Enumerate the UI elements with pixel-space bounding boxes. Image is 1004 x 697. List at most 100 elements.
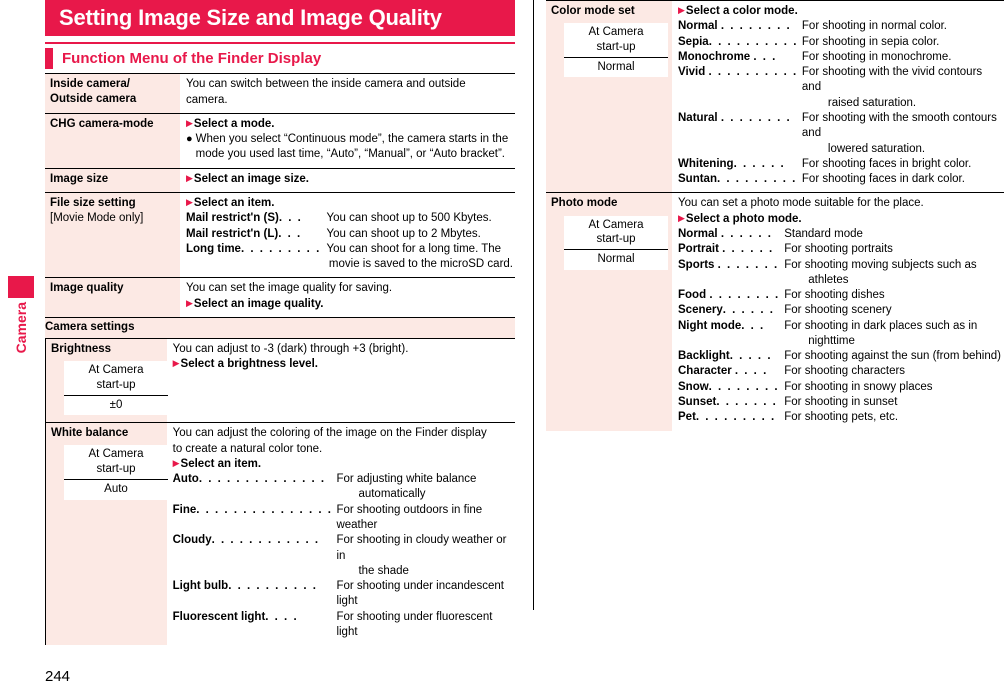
row-label-cell: Color mode set At Camera start-up Normal bbox=[546, 0, 672, 193]
value-box-header-line1: At Camera bbox=[588, 26, 644, 39]
row-desc-cell: ▶Select an image size. bbox=[180, 167, 515, 193]
value-box-header-line1: At Camera bbox=[588, 218, 644, 231]
definition-term: Mail restrict'n (S). . . bbox=[186, 211, 327, 226]
desc-text: For shooting faces in dark color. bbox=[801, 173, 965, 186]
row-desc-cell: You can switch between the inside camera… bbox=[180, 73, 515, 114]
term-text: Auto bbox=[172, 473, 199, 486]
value-box-header-line2: start-up bbox=[96, 462, 136, 475]
row-desc-cell: You can set a photo mode suitable for th… bbox=[672, 192, 1004, 431]
value-box-header: At Camera start-up bbox=[564, 23, 668, 58]
group-body-cell: Brightness At Camera start-up ±0 You can… bbox=[45, 337, 515, 646]
step-line: ▶Select an image size. bbox=[186, 172, 513, 187]
definition-desc: For shooting with the smooth contours an… bbox=[802, 111, 1002, 157]
row-label-cell: White balance At Camera start-up Auto bbox=[45, 422, 168, 646]
row-label-cell: Brightness At Camera start-up ±0 bbox=[45, 337, 168, 423]
bullet-text: When you select “Continuous mode”, the c… bbox=[195, 133, 509, 161]
leader-dots: . . . . . . . . . . . . . . bbox=[198, 473, 326, 486]
leader-dots: . . . . . . . bbox=[716, 396, 778, 409]
intro-text: You can set the image quality for saving… bbox=[186, 282, 393, 295]
definition-row: Pet. . . . . . . . . For shooting pets, … bbox=[678, 410, 1002, 425]
definition-term: Character . . . . bbox=[678, 364, 784, 379]
definition-row: Monochrome . . . For shooting in monochr… bbox=[678, 50, 1002, 65]
leader-dots: . . . . . . . . bbox=[708, 380, 780, 393]
document-page: Camera 244 Setting Image Size and Image … bbox=[0, 0, 1004, 697]
left-column: Setting Image Size and Image Quality Fun… bbox=[45, 0, 515, 646]
triangle-right-icon: ▶ bbox=[172, 457, 180, 468]
definition-list: Mail restrict'n (S). . . You can shoot u… bbox=[186, 211, 513, 272]
section-title: Function Menu of the Finder Display bbox=[62, 50, 322, 68]
table-row: File size setting [Movie Mode only] ▶Sel… bbox=[45, 191, 515, 278]
definition-term: Pet. . . . . . . . . bbox=[678, 410, 784, 425]
page-number: 244 bbox=[45, 668, 71, 685]
term-text: Fluorescent light bbox=[172, 610, 266, 623]
section-accent-bar bbox=[45, 48, 53, 70]
table-row: Image size ▶Select an image size. bbox=[45, 167, 515, 193]
definition-term: Monochrome . . . bbox=[678, 50, 802, 65]
table-row: White balance At Camera start-up Auto Yo… bbox=[45, 422, 515, 646]
definition-desc: For shooting outdoors in fine weather bbox=[336, 503, 513, 534]
definition-desc: For shooting characters bbox=[784, 364, 1002, 379]
desc-text: For shooting in snowy places bbox=[784, 380, 933, 393]
term-text: Natural bbox=[678, 111, 718, 124]
side-tab-camera: Camera bbox=[8, 276, 34, 353]
term-text: Normal bbox=[678, 227, 718, 240]
definition-list: Normal . . . . . . Standard mode Portrai… bbox=[678, 227, 1002, 426]
color-photo-mode-table: Color mode set At Camera start-up Normal… bbox=[546, 0, 1004, 431]
desc-text: For shooting in normal color. bbox=[801, 20, 948, 33]
term-text: Snow bbox=[678, 380, 709, 393]
desc-text: For shooting under fluorescent light bbox=[336, 610, 493, 638]
definition-row: Sepia. . . . . . . . . . For shooting in… bbox=[678, 35, 1002, 50]
leader-dots: . . . . . . . . . . . . bbox=[211, 534, 320, 547]
definition-desc: For shooting scenery bbox=[784, 303, 1002, 318]
triangle-right-icon: ▶ bbox=[186, 172, 193, 183]
triangle-right-icon: ▶ bbox=[186, 297, 193, 308]
term-text: Sepia bbox=[678, 35, 709, 48]
table-row: Brightness At Camera start-up ±0 You can… bbox=[45, 337, 515, 423]
value-box-header-line2: start-up bbox=[96, 378, 136, 391]
definition-term: Natural . . . . . . . . bbox=[678, 111, 802, 157]
term-text: Sports bbox=[678, 258, 715, 271]
intro-text: to create a natural color tone. bbox=[172, 442, 323, 455]
definition-row: Fluorescent light. . . . For shooting un… bbox=[173, 610, 513, 641]
definition-row: Suntan. . . . . . . . . For shooting fac… bbox=[678, 172, 1002, 187]
step-line: ▶Select a brightness level. bbox=[173, 357, 513, 372]
definition-term: Vivid . . . . . . . . . . bbox=[678, 65, 802, 111]
step-text: Select an image quality. bbox=[193, 297, 324, 310]
definition-desc: For shooting in sepia color. bbox=[802, 35, 1002, 50]
row-label-line1: File size setting bbox=[50, 196, 136, 209]
row-desc-cell: You can adjust to -3 (dark) through +3 (… bbox=[166, 337, 515, 423]
definition-row: Sunset. . . . . . . For shooting in suns… bbox=[678, 395, 1002, 410]
row-desc-cell: You can adjust the coloring of the image… bbox=[166, 422, 515, 646]
desc-text: For shooting in monochrome. bbox=[801, 50, 952, 63]
definition-term: Fluorescent light. . . . bbox=[173, 610, 337, 641]
term-text: Suntan bbox=[678, 173, 717, 186]
definition-list: Normal . . . . . . . . For shooting in n… bbox=[678, 19, 1002, 187]
value-box-header-line1: At Camera bbox=[88, 448, 144, 461]
leader-dots: . . . . . . . . . . . . . . . bbox=[196, 503, 333, 516]
intro-text: You can set a photo mode suitable for th… bbox=[678, 197, 924, 210]
definition-row: Sports . . . . . . . For shooting moving… bbox=[678, 258, 1002, 289]
term-text: Pet bbox=[678, 411, 696, 424]
definition-term: Cloudy. . . . . . . . . . . . bbox=[173, 533, 337, 579]
function-menu-table: Inside camera/ Outside camera You can sw… bbox=[45, 73, 515, 646]
section-header: Function Menu of the Finder Display bbox=[45, 48, 515, 73]
step-text: Select a color mode. bbox=[685, 5, 798, 17]
leader-dots: . . . . . . . . bbox=[709, 289, 780, 302]
desc-text-cont: raised saturation. bbox=[827, 96, 917, 109]
row-label-cell: File size setting [Movie Mode only] bbox=[45, 191, 180, 278]
row-label-line1: Inside camera/ bbox=[50, 78, 130, 91]
value-box-header: At Camera start-up bbox=[564, 216, 668, 251]
intro-text: You can adjust to -3 (dark) through +3 (… bbox=[172, 342, 409, 355]
leader-dots: . . . bbox=[278, 227, 302, 240]
table-row: CHG camera-mode ▶Select a mode. ● When y… bbox=[45, 112, 515, 169]
row-label-line1: White balance bbox=[51, 427, 129, 440]
step-line: ▶Select an image quality. bbox=[186, 297, 513, 312]
bullet-dot-icon: ● bbox=[186, 133, 193, 146]
definition-desc: For shooting moving subjects such as ath… bbox=[784, 258, 1002, 289]
term-text: Backlight bbox=[678, 350, 730, 363]
desc-text: You can shoot for a long time. The bbox=[326, 242, 502, 255]
value-box-header-line2: start-up bbox=[596, 40, 636, 53]
group-body-row: Brightness At Camera start-up ±0 You can… bbox=[45, 337, 515, 646]
desc-text: Standard mode bbox=[784, 227, 863, 240]
row-label-cell: Photo mode At Camera start-up Normal bbox=[546, 192, 672, 431]
